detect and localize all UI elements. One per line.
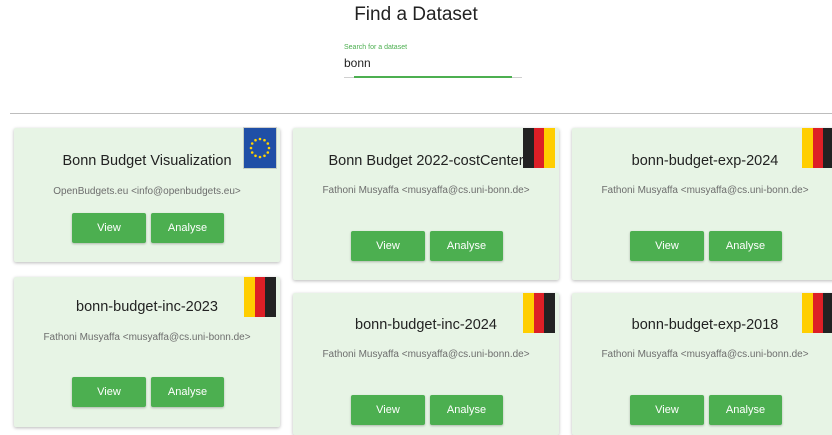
dataset-title: Bonn Budget Visualization <box>62 153 232 169</box>
dataset-card[interactable]: bonn-budget-inc-2023 Fathoni Musyaffa <m… <box>14 277 280 427</box>
dataset-author: Fathoni Musyaffa <musyaffa@cs.uni-bonn.d… <box>601 185 809 196</box>
dataset-card[interactable]: Bonn Budget Visualization OpenBudgets.eu… <box>14 128 280 262</box>
search-underline-focus <box>354 76 512 78</box>
view-button[interactable]: View <box>72 213 146 243</box>
view-button[interactable]: View <box>630 395 704 425</box>
dataset-author: OpenBudgets.eu <info@openbudgets.eu> <box>53 186 241 197</box>
view-button[interactable]: View <box>72 377 146 407</box>
dataset-title: bonn-budget-exp-2024 <box>631 153 779 169</box>
search-input[interactable] <box>344 55 514 71</box>
dataset-card[interactable]: bonn-budget-inc-2024 Fathoni Musyaffa <m… <box>293 293 559 435</box>
view-button[interactable]: View <box>351 231 425 261</box>
dataset-card[interactable]: bonn-budget-exp-2024 Fathoni Musyaffa <m… <box>572 128 832 280</box>
analyse-button[interactable]: Analyse <box>709 395 782 425</box>
dataset-author: Fathoni Musyaffa <musyaffa@cs.uni-bonn.d… <box>601 349 809 360</box>
dataset-title: bonn-budget-inc-2023 <box>76 299 218 315</box>
analyse-button[interactable]: Analyse <box>430 395 503 425</box>
search-label: Search for a dataset <box>344 44 408 51</box>
view-button[interactable]: View <box>630 231 704 261</box>
analyse-button[interactable]: Analyse <box>709 231 782 261</box>
dataset-title: bonn-budget-inc-2024 <box>355 317 497 333</box>
dataset-title: Bonn Budget 2022-costCenter <box>328 153 524 169</box>
dataset-author: Fathoni Musyaffa <musyaffa@cs.uni-bonn.d… <box>322 185 530 196</box>
dataset-author: Fathoni Musyaffa <musyaffa@cs.uni-bonn.d… <box>43 332 251 343</box>
page-title: Find a Dataset <box>354 4 478 25</box>
dataset-title: bonn-budget-exp-2018 <box>631 317 779 333</box>
analyse-button[interactable]: Analyse <box>151 213 224 243</box>
results-divider <box>10 113 832 114</box>
dataset-card[interactable]: bonn-budget-exp-2018 Fathoni Musyaffa <m… <box>572 293 832 435</box>
analyse-button[interactable]: Analyse <box>430 231 503 261</box>
dataset-author: Fathoni Musyaffa <musyaffa@cs.uni-bonn.d… <box>322 349 530 360</box>
view-button[interactable]: View <box>351 395 425 425</box>
search-field[interactable]: Search for a dataset <box>344 44 522 78</box>
dataset-card[interactable]: Bonn Budget 2022-costCenter Fathoni Musy… <box>293 128 559 280</box>
analyse-button[interactable]: Analyse <box>151 377 224 407</box>
